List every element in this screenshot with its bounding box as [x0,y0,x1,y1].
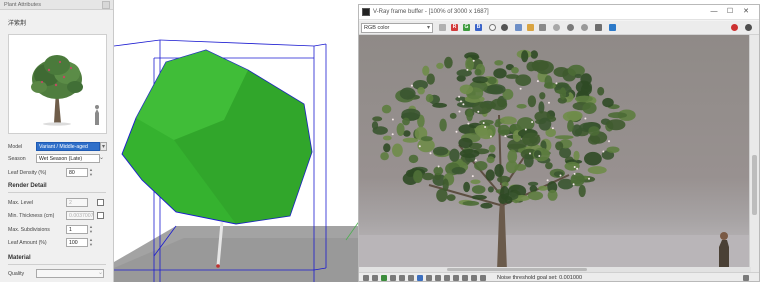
blue-channel-button[interactable]: B [475,24,482,31]
person-head [720,232,728,240]
compare-icon[interactable] [372,275,378,281]
lens-icon[interactable] [381,275,387,281]
grid-icon[interactable] [399,275,405,281]
expand-icon[interactable] [743,275,749,281]
min-thickness-input[interactable]: 0.0037007 [66,211,94,220]
fit-icon[interactable] [435,275,441,281]
rendered-image [359,35,751,272]
min-thickness-checkbox[interactable] [97,212,104,219]
layers-icon[interactable] [426,275,432,281]
sketchup-viewport[interactable] [114,0,360,282]
section-divider [8,192,106,193]
mono-channel-icon[interactable] [501,24,508,31]
season-select[interactable]: Wet Season (Late) [36,154,100,163]
vray-app-icon [362,8,370,16]
tree-foliage [371,49,636,209]
stamp-icon[interactable] [390,275,396,281]
render-icon[interactable] [745,24,752,31]
maximize-button[interactable]: ☐ [723,7,737,17]
leaf-amount-spinner-icon[interactable]: ▲ ▼ [88,237,94,247]
vfb-toolbar: RGB color ▾ R G B [359,21,759,35]
pan-icon[interactable] [444,275,450,281]
max-subdivisions-input[interactable]: 1 [66,225,88,234]
vfb-statusbar: Noise threshold goal set: 0.001000 [359,272,759,281]
chevron-down-icon[interactable]: ⌄ [97,269,104,278]
region-render-icon[interactable] [553,24,560,31]
unlock-icon[interactable] [471,275,477,281]
status-message: Noise threshold goal set: 0.001000 [497,275,583,281]
vertical-scrollbar[interactable] [749,35,759,272]
quality-label: Quality [8,271,25,277]
teapot-icon[interactable] [595,24,602,31]
plant-name: 洋紫荆 [8,21,27,27]
leaf-density-input[interactable]: 80 [66,168,88,177]
rendered-tree-image [359,49,751,272]
season-row: Season Wet Season (Late) ⌄ [8,154,108,164]
season-label: Season [8,156,26,162]
max-subdivisions-row: Max. Subdivisions 1 ▲ ▼ [8,224,108,235]
tree-origin-point [216,264,220,268]
render-detail-heading: Render Detail [8,183,47,189]
vray-frame-buffer-window: V-Ray frame buffer - [100% of 3000 x 168… [358,4,760,282]
minimize-button[interactable]: — [707,7,721,17]
stop-render-icon[interactable] [731,24,738,31]
max-level-input[interactable]: 2 [66,198,88,207]
channel-select[interactable]: RGB color ▾ [361,23,433,33]
chevron-down-icon[interactable]: ▾ [100,142,107,151]
red-channel-button[interactable]: R [451,24,458,31]
clear-image-icon[interactable] [539,24,546,31]
color-correction-icon[interactable] [417,275,423,281]
max-level-label: Max. Level [8,200,34,206]
settings-icon[interactable] [462,275,468,281]
history-icon[interactable] [480,275,486,281]
leaf-amount-label: Leaf Amount (%) [8,240,47,246]
track-mouse-icon[interactable] [567,24,574,31]
channel-select-value: RGB color [364,25,390,31]
panel-title: Plant Attributes [4,2,41,8]
leaf-density-label: Leaf Density (%) [8,170,47,176]
max-level-row: Max. Level 2 [8,198,108,208]
panel-titlebar: Plant Attributes [0,0,113,10]
info-icon[interactable] [453,275,459,281]
zoom-icon[interactable] [408,275,414,281]
max-subdivisions-spinner-icon[interactable]: ▲ ▼ [88,224,94,234]
close-button[interactable]: ✕ [739,7,753,17]
save-image-icon[interactable] [439,24,446,31]
section-divider [8,264,106,265]
save-icon[interactable] [515,24,522,31]
min-thickness-label: Min. Thickness (cm) [8,213,55,219]
chevron-down-icon[interactable]: ⌄ [98,154,105,163]
leaf-density-spinner-icon[interactable]: ▲ ▼ [88,167,94,177]
link-icon[interactable] [581,24,588,31]
plant-attributes-panel: Plant Attributes 洋紫荆 Model Variant / Mid… [0,0,114,282]
vertical-scroll-thumb[interactable] [752,155,757,215]
open-folder-icon[interactable] [527,24,534,31]
max-level-checkbox[interactable] [97,199,104,206]
history-icon[interactable] [363,275,369,281]
viewport-scene [114,39,360,282]
lens-effects-icon[interactable] [609,24,616,31]
leaf-amount-input[interactable]: 100 [66,238,88,247]
min-thickness-row: Min. Thickness (cm) 0.0037007 [8,211,108,221]
vfb-titlebar: V-Ray frame buffer - [100% of 3000 x 168… [359,5,759,20]
chevron-down-icon: ▾ [426,25,430,31]
quality-select[interactable] [36,269,104,278]
horizontal-scroll-thumb[interactable] [447,268,587,271]
material-heading: Material [8,255,31,261]
model-label: Model [8,144,23,150]
panel-close-button[interactable] [102,1,110,9]
tree-thumbnail [9,35,106,133]
vfb-title: V-Ray frame buffer - [100% of 3000 x 168… [373,9,489,15]
leaf-amount-row: Leaf Amount (%) 100 ▲ ▼ [8,237,108,248]
model-row: Model Variant / Middle-aged ▾ [8,142,108,152]
max-subdivisions-label: Max. Subdivisions [8,227,50,233]
quality-row: Quality ⌄ [8,269,108,279]
leaf-density-row: Leaf Density (%) 80 ▲ ▼ [8,167,108,178]
green-channel-button[interactable]: G [463,24,470,31]
plant-preview-image [8,34,107,134]
alpha-channel-icon[interactable] [489,24,496,31]
model-select[interactable]: Variant / Middle-aged [36,142,100,151]
